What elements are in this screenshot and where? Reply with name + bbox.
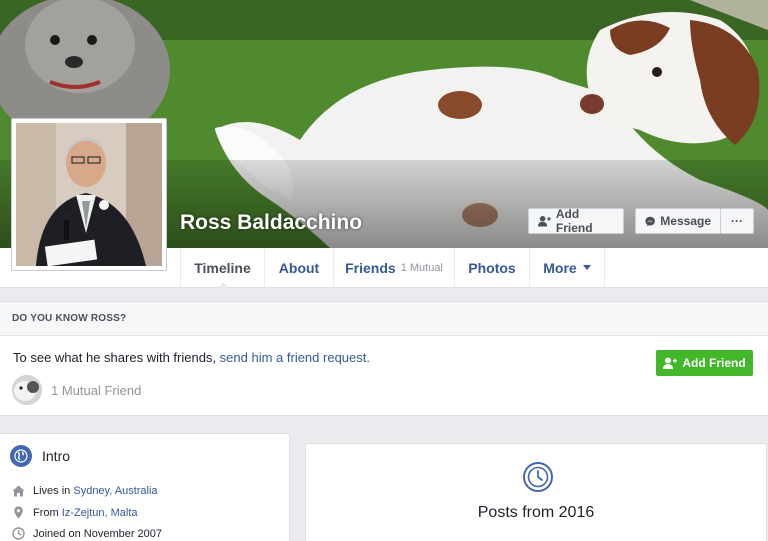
lives-prefix: Lives in: [33, 485, 74, 497]
add-friend-label: Add Friend: [682, 356, 746, 370]
mutual-friend-row[interactable]: 1 Mutual Friend: [12, 375, 141, 405]
panel-text: To see what he shares with friends, send…: [13, 350, 370, 365]
intro-card: Intro Lives in Sydney, Australia From Iz…: [0, 433, 290, 541]
posts-year-title: Posts from 2016: [477, 504, 595, 521]
tab-photos[interactable]: Photos: [454, 248, 529, 288]
tab-label: About: [278, 260, 320, 276]
add-friend-green-button[interactable]: Add Friend: [656, 350, 753, 376]
clock-icon: [523, 462, 553, 492]
intro-from: From Iz-Zejtun, Malta: [12, 506, 138, 519]
home-icon: [12, 485, 25, 497]
clock-icon: [12, 527, 25, 540]
panel-text-prefix: To see what he shares with friends,: [13, 350, 220, 365]
message-button[interactable]: Message: [635, 208, 721, 234]
globe-icon: [10, 445, 32, 467]
intro-joined: Joined on November 2007: [12, 527, 162, 540]
from-link[interactable]: Iz-Zejtun, Malta: [62, 507, 138, 519]
profile-name: Ross Baldacchino: [180, 211, 363, 234]
intro-title: Intro: [42, 448, 71, 464]
joined-text: Joined on November 2007: [33, 527, 163, 540]
friend-request-panel: DO YOU KNOW ROSS? To see what he shares …: [0, 301, 768, 416]
intro-heading: Intro: [10, 445, 70, 467]
profile-photo: [16, 123, 162, 266]
tab-label: Timeline: [194, 260, 251, 276]
friend-request-link[interactable]: send him a friend request.: [220, 350, 370, 365]
add-friend-label: Add Friend: [555, 207, 593, 235]
tab-label: Photos: [468, 260, 516, 276]
profile-picture[interactable]: [11, 118, 167, 271]
tab-more[interactable]: More: [529, 248, 605, 288]
tab-timeline[interactable]: Timeline: [180, 248, 264, 289]
location-pin-icon: [14, 506, 23, 519]
tab-label: More: [543, 260, 577, 276]
add-friend-button[interactable]: Add Friend: [528, 207, 624, 235]
lives-link[interactable]: Sydney, Australia: [73, 485, 157, 497]
active-tab-caret: [216, 283, 229, 289]
from-prefix: From: [33, 506, 62, 519]
tab-friends[interactable]: Friends 1 Mutual: [333, 248, 454, 288]
posts-year-card: Posts from 2016: [305, 443, 767, 541]
mutual-count: 1 Mutual: [400, 262, 443, 274]
more-dots-icon: ···: [731, 214, 743, 228]
add-friend-icon: [538, 215, 551, 227]
message-label: Message: [660, 214, 711, 228]
messenger-icon: [645, 216, 655, 226]
more-options-button[interactable]: ···: [720, 208, 754, 234]
mutual-friend-label: 1 Mutual Friend: [51, 382, 142, 398]
tab-label: Friends: [345, 260, 396, 276]
avatar: [12, 375, 42, 405]
tab-about[interactable]: About: [264, 248, 333, 288]
caret-down-icon: [582, 265, 591, 270]
intro-lives: Lives in Sydney, Australia: [12, 485, 158, 497]
panel-heading: DO YOU KNOW ROSS?: [0, 302, 768, 336]
add-friend-icon: [663, 357, 678, 369]
